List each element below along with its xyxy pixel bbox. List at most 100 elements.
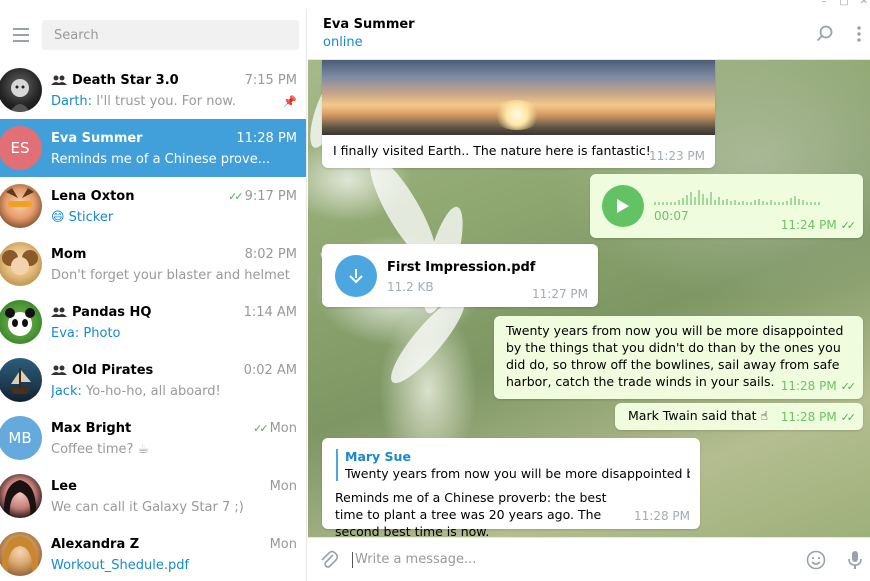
chat-preview: Yo-ho-ho, all aboard! [86, 383, 221, 399]
read-ticks-icon: ✓✓ [228, 189, 244, 203]
chat-item-death-star[interactable]: Death Star 3.0 7:15 PM Darth: I'll trust… [0, 61, 306, 119]
message-input[interactable]: Write a message... [352, 551, 806, 568]
avatar [0, 532, 42, 576]
message-text: Reminds me of a Chinese proverb: the bes… [335, 490, 607, 537]
reply-message[interactable]: Mary Sue Twenty years from now you will … [322, 438, 700, 537]
avatar: MB [0, 416, 42, 460]
chat-time: 0:02 AM [243, 362, 297, 378]
close-icon[interactable]: ✕ [858, 0, 870, 7]
conversation-header: Eva Summer online [308, 9, 870, 60]
chat-time: 7:15 PM [244, 72, 297, 88]
chat-sender: Darth: [51, 93, 93, 109]
chat-time: 11:28 PM [236, 130, 297, 146]
message-time: 11:24 PM ✓✓ [780, 218, 856, 232]
message-time: 11:27 PM [532, 287, 588, 301]
chat-item-alexandra-z[interactable]: Alexandra Z Mon Workout_Shedule.pdf [0, 525, 306, 581]
more-vertical-icon[interactable] [856, 25, 862, 43]
maximize-icon[interactable]: □ [838, 0, 850, 7]
microphone-icon[interactable] [848, 550, 862, 570]
emoji-icon[interactable] [806, 550, 826, 570]
search-input[interactable]: Search [42, 20, 299, 50]
sidebar: Search Death Star 3.0 7:15 PM Darth: I'l… [0, 9, 307, 581]
voice-message[interactable]: 00:07 11:24 PM ✓✓ [590, 174, 863, 238]
chat-preview: We can call it Galaxy Star 7 ;) [51, 499, 244, 515]
pin-icon: 📌 [283, 94, 297, 108]
chat-sender: Jack: [51, 383, 82, 399]
avatar [0, 300, 42, 344]
message-time: 11:28 PM [634, 509, 690, 523]
message-time: 11:23 PM [649, 149, 705, 163]
chat-item-eva-summer[interactable]: ES Eva Summer 11:28 PM Reminds me of a C… [0, 119, 306, 177]
chat-name: Death Star 3.0 [72, 72, 179, 88]
avatar: ES [0, 126, 42, 170]
message-history[interactable]: I finally visited Earth.. The nature her… [308, 60, 870, 537]
attach-icon[interactable] [320, 550, 338, 570]
chat-preview: 😄 Sticker [51, 209, 114, 225]
chat-time: Mon [269, 478, 297, 494]
chat-time: 9:17 PM [244, 188, 297, 204]
reply-author: Mary Sue [345, 449, 411, 464]
download-icon [349, 269, 363, 284]
search-icon[interactable] [816, 25, 834, 43]
chat-item-mom[interactable]: Mom 8:02 PM Don't forget your blaster an… [0, 235, 306, 293]
read-ticks-icon: ✓✓ [253, 421, 269, 435]
message-time: 11:28 PM ✓✓ [780, 379, 856, 393]
avatar-initials: ES [10, 139, 30, 157]
group-icon [51, 307, 67, 317]
avatar [0, 184, 42, 228]
peer-name[interactable]: Eva Summer [323, 17, 870, 32]
chat-name: Old Pirates [72, 362, 154, 378]
composer: Write a message... [308, 537, 870, 581]
avatar-initials: MB [8, 429, 32, 447]
file-message[interactable]: First Impression.pdf 11.2 KB 11:27 PM [322, 244, 598, 307]
chat-preview: I'll trust you. For now. [96, 93, 236, 109]
minimize-icon[interactable]: – [818, 0, 830, 7]
sidebar-header: Search [0, 9, 306, 61]
chat-name: Pandas HQ [72, 304, 152, 320]
chat-time: Mon [269, 536, 297, 552]
avatar [0, 474, 42, 518]
photo-message[interactable]: I finally visited Earth.. The nature her… [322, 60, 715, 168]
chat-item-old-pirates[interactable]: Old Pirates 0:02 AM Jack: Yo-ho-ho, all … [0, 351, 306, 409]
chat-list: Death Star 3.0 7:15 PM Darth: I'll trust… [0, 61, 306, 581]
photo-thumbnail[interactable] [322, 60, 715, 135]
play-button[interactable] [602, 185, 644, 227]
photo-caption: I finally visited Earth.. The nature her… [333, 143, 651, 158]
file-name: First Impression.pdf [387, 260, 536, 275]
chat-item-lena-oxton[interactable]: Lena Oxton ✓✓ 9:17 PM 😄 Sticker [0, 177, 306, 235]
chat-preview: Workout_Shedule.pdf [51, 557, 190, 573]
chat-name: Lee [51, 478, 77, 494]
avatar [0, 68, 42, 112]
chat-time: Mon [269, 420, 297, 436]
chat-time: 8:02 PM [244, 246, 297, 262]
quote-message[interactable]: Twenty years from now you will be more d… [494, 316, 863, 399]
conversation-pane: Eva Summer online I finally visited Eart… [308, 9, 870, 581]
group-icon [51, 365, 67, 375]
download-button[interactable] [335, 255, 377, 297]
play-icon [617, 199, 629, 213]
chat-name: Mom [51, 246, 87, 262]
chat-item-max-bright[interactable]: MB Max Bright ✓✓ Mon Coffee time? ☕ [0, 409, 306, 467]
group-icon [51, 75, 67, 85]
peer-status: online [323, 35, 363, 50]
chat-preview: Coffee time? ☕ [51, 441, 150, 457]
chat-name: Max Bright [51, 420, 132, 436]
chat-item-lee[interactable]: Lee Mon We can call it Galaxy Star 7 ;) [0, 467, 306, 525]
reply-quote[interactable]: Mary Sue Twenty years from now you will … [336, 449, 690, 481]
chat-name: Eva Summer [51, 130, 143, 146]
message-time: 11:28 PM ✓✓ [780, 410, 856, 424]
avatar [0, 242, 42, 286]
chat-sender: Eva: [51, 325, 80, 341]
menu-icon[interactable] [0, 9, 42, 61]
twain-message[interactable]: Mark Twain said that ☝ 11:28 PM ✓✓ [615, 403, 863, 430]
chat-name: Alexandra Z [51, 536, 140, 552]
message-text: Mark Twain said that ☝ [628, 408, 769, 423]
chat-preview: Photo [83, 325, 121, 341]
avatar [0, 358, 42, 402]
chat-item-pandas-hq[interactable]: Pandas HQ 1:14 AM Eva: Photo [0, 293, 306, 351]
file-size: 11.2 KB [387, 280, 434, 294]
window-titlebar: – □ ✕ [0, 0, 870, 9]
search-placeholder: Search [54, 27, 99, 43]
chat-preview: Reminds me of a Chinese prove... [51, 151, 271, 167]
voice-waveform [654, 190, 820, 205]
